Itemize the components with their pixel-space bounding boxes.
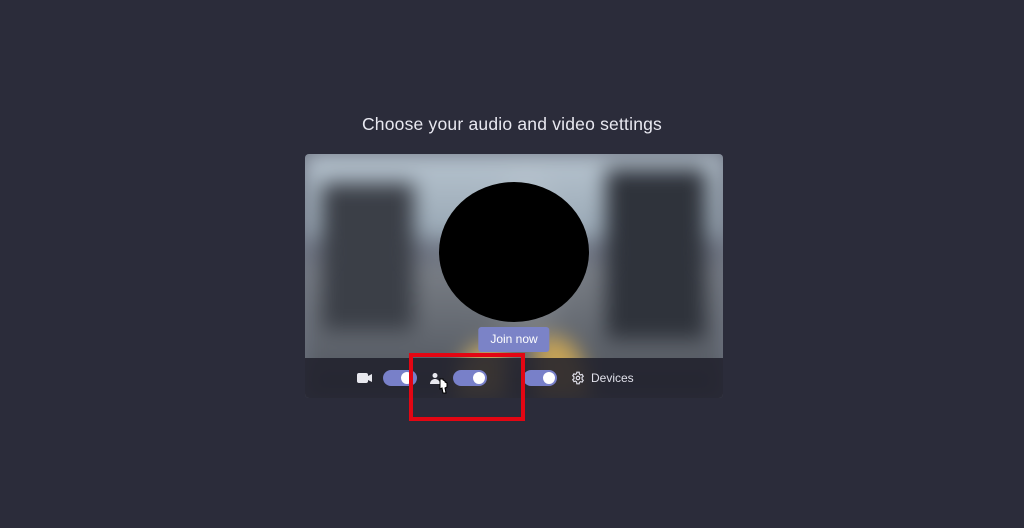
mic-toggle[interactable] <box>523 370 557 386</box>
join-now-button[interactable]: Join now <box>478 327 549 352</box>
page-title: Choose your audio and video settings <box>0 114 1024 135</box>
video-toggle[interactable] <box>383 370 417 386</box>
gear-icon <box>571 371 585 385</box>
devices-button[interactable]: Devices <box>571 371 634 385</box>
devices-label: Devices <box>591 371 634 385</box>
background-blur-toggle[interactable] <box>453 370 487 386</box>
camera-icon <box>357 372 373 384</box>
prejoin-controls-bar: Devices <box>305 358 723 398</box>
background-blur-icon <box>427 370 443 386</box>
video-preview: Join now Devices <box>305 154 723 398</box>
face-redaction-circle <box>439 182 589 322</box>
